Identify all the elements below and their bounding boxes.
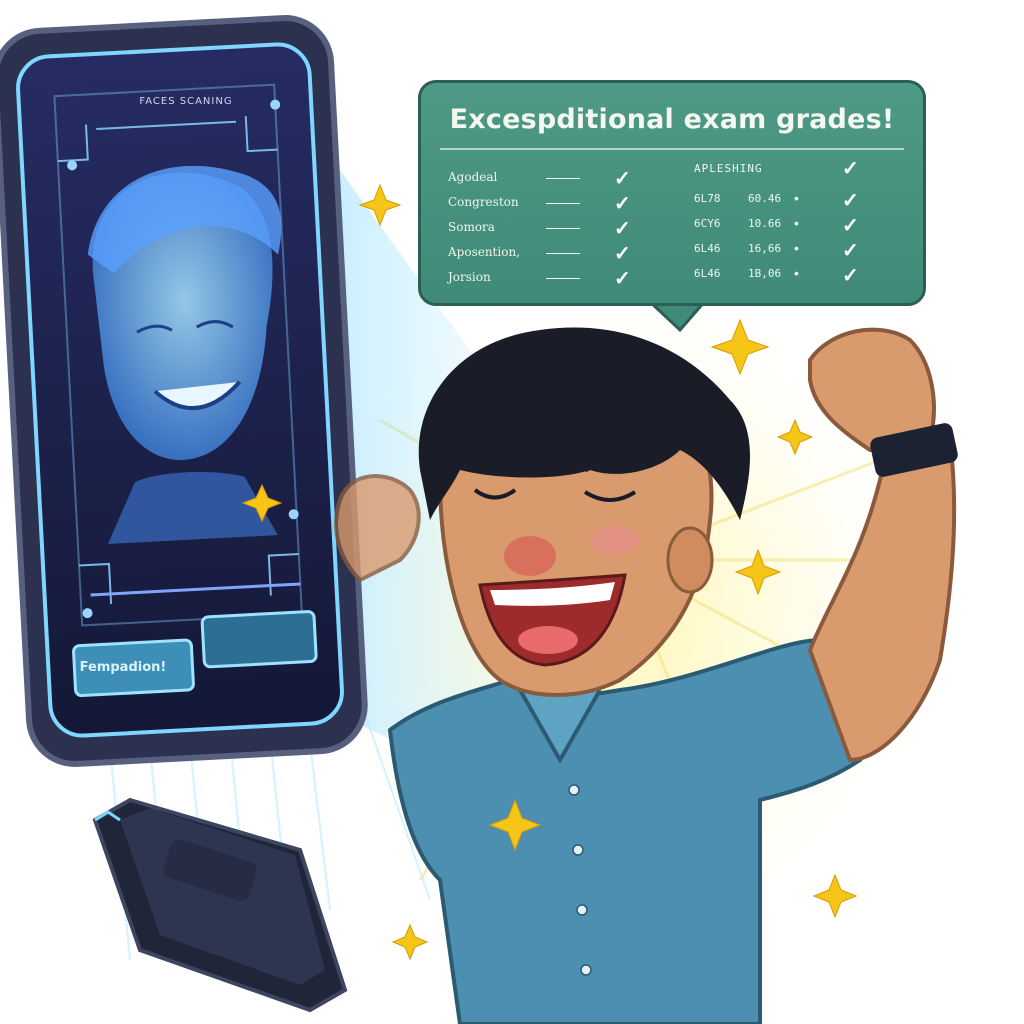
score-row: 6L46 16,66 • ✓ — [694, 240, 894, 267]
divider-dash — [546, 178, 580, 179]
screen-button-label: Fempadion! — [79, 660, 167, 675]
subject-label: Jorsion — [448, 270, 491, 284]
score-value: 6L46 — [694, 242, 721, 255]
check-icon: ✓ — [842, 158, 859, 180]
score-row: 6CY6 10.66 • ✓ — [694, 215, 894, 242]
screen-secondary-button[interactable] — [200, 610, 318, 669]
check-icon: ✓ — [842, 265, 859, 287]
subject-label: Congreston — [448, 195, 519, 209]
bullet-dot: • — [794, 215, 799, 231]
check-icon: ✓ — [614, 218, 631, 240]
score-value: 6L46 — [694, 267, 721, 280]
check-icon: ✓ — [614, 243, 631, 265]
bullet-dot: • — [794, 265, 799, 281]
scanner-base — [92, 797, 348, 1013]
score-value: 16,66 — [748, 242, 782, 255]
check-icon: ✓ — [842, 240, 859, 262]
divider-dash — [546, 203, 580, 204]
scanner-caption: FACES SCANING — [139, 96, 233, 107]
bullet-dot: • — [794, 240, 799, 256]
check-icon: ✓ — [842, 190, 859, 212]
bubble-title: Excespditional exam grades! — [449, 104, 895, 135]
score-value: 6L78 — [694, 192, 721, 205]
check-icon: ✓ — [614, 168, 631, 190]
face-scanner-device — [0, 15, 368, 767]
divider-dash — [546, 278, 580, 279]
bubble-divider — [440, 148, 904, 150]
subject-label: Somora — [448, 220, 495, 234]
check-icon: ✓ — [614, 268, 631, 290]
exam-results-bubble: Excespditional exam grades! APLESHING ✓ … — [418, 80, 926, 306]
score-value: 6CY6 — [694, 217, 721, 230]
divider-dash — [546, 253, 580, 254]
subject-label: Agodeal — [448, 170, 498, 184]
divider-dash — [546, 228, 580, 229]
subject-label: Aposention, — [448, 245, 520, 259]
score-value: 1B,06 — [748, 267, 782, 280]
score-value: 10.66 — [748, 217, 782, 230]
right-column-header: APLESHING — [694, 162, 763, 175]
check-icon: ✓ — [842, 215, 859, 237]
subject-row: Jorsion ✓ — [448, 268, 648, 295]
bullet-dot: • — [794, 190, 799, 206]
score-row: 6L78 60.46 • ✓ — [694, 190, 894, 217]
subject-list: Agodeal ✓ Congreston ✓ Somora ✓ Aposenti… — [448, 168, 648, 295]
score-row: 6L46 1B,06 • ✓ — [694, 265, 894, 292]
score-list: 6L78 60.46 • ✓ 6CY6 10.66 • ✓ 6L46 16,66… — [694, 190, 894, 292]
score-value: 60.46 — [748, 192, 782, 205]
check-icon: ✓ — [614, 193, 631, 215]
